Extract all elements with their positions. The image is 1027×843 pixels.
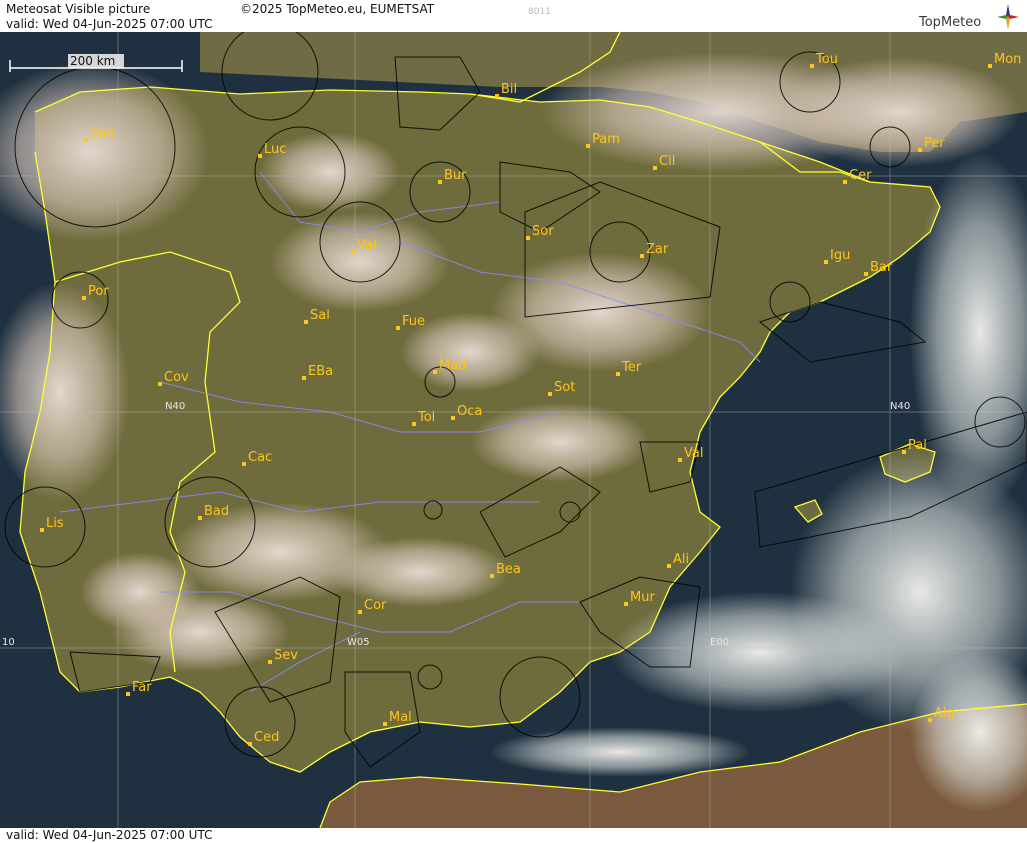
copyright-text: ©2025 TopMeteo.eu, EUMETSAT [240,2,435,16]
city-label: Sor [532,224,554,239]
grid-label-e00: E00 [710,637,729,648]
city-marker-dot [396,326,400,330]
city-label: Cil [659,154,675,169]
city-marker-dot [616,372,620,376]
city-marker-dot [433,370,437,374]
city-label: Val [684,446,703,461]
city-marker-dot [843,180,847,184]
city-marker-dot [242,462,246,466]
footer-bar: valid: Wed 04-Jun-2025 07:00 UTC [0,828,1027,843]
city-marker-dot [82,296,86,300]
city-marker-dot [302,376,306,380]
city-mad[interactable]: Mad [433,358,466,374]
city-marker-dot [824,260,828,264]
logo-text: TopMeteo [919,15,982,30]
city-marker-dot [548,392,552,396]
city-label: Bad [204,504,229,519]
city-label: San [90,126,114,141]
city-marker-dot [358,610,362,614]
city-pam[interactable]: Pam [586,132,620,148]
city-label: Fue [402,314,425,329]
city-marker-dot [988,64,992,68]
city-label: Zar [646,242,669,257]
city-marker-dot [640,254,644,258]
city-label: Sev [274,648,298,663]
city-label: Alg [934,706,955,721]
city-marker-dot [304,320,308,324]
city-label: Mon [994,52,1021,67]
city-marker-dot [495,94,499,98]
city-marker-dot [678,458,682,462]
scale-label: 200 km [70,54,115,68]
satellite-map[interactable]: 200 km N40 N40 W05 E00 10 San Luc Bil Pam Ci… [0,32,1027,828]
valid-time: valid: Wed 04-Jun-2025 07:00 UTC [6,17,213,31]
compass-star-icon [997,4,1019,30]
city-marker-dot [653,166,657,170]
city-marker-dot [490,574,494,578]
city-label: Bil [501,82,517,97]
footer-valid-time: valid: Wed 04-Jun-2025 07:00 UTC [6,828,213,842]
grid-label-n40-west: N40 [165,401,185,412]
city-marker-dot [258,154,262,158]
city-label: Cac [248,450,272,465]
city-marker-dot [810,64,814,68]
city-label: Bea [496,562,521,577]
city-marker-dot [918,148,922,152]
city-label: Tou [815,52,838,67]
grid-label-w05: W05 [347,637,370,648]
city-label: Far [132,680,152,695]
city-label: Bur [444,168,467,183]
grid-label-n40-east: N40 [890,401,910,412]
city-label: Cov [164,370,189,385]
city-marker-dot [586,144,590,148]
city-label: Igu [830,248,850,263]
city-label: Lis [46,516,64,531]
city-marker-dot [438,180,442,184]
city-label: Por [88,284,109,299]
city-label: Ced [254,730,279,745]
city-label: Sal [310,308,330,323]
city-marker-dot [126,692,130,696]
city-label: Oca [457,404,482,419]
city-marker-dot [451,416,455,420]
city-marker-dot [351,250,355,254]
image-title: Meteosat Visible picture [6,2,151,16]
city-label: Pam [592,132,620,147]
city-marker-dot [864,272,868,276]
city-marker-dot [928,718,932,722]
city-label: Sot [554,380,575,395]
city-marker-dot [158,382,162,386]
city-marker-dot [383,722,387,726]
city-label: Pal [908,438,927,453]
city-marker-dot [198,516,202,520]
city-label: Mur [630,590,655,605]
city-marker-dot [624,602,628,606]
city-marker-dot [84,138,88,142]
city-marker-dot [40,528,44,532]
city-marker-dot [412,422,416,426]
topmeteo-logo[interactable]: TopMeteo [919,4,1019,30]
city-label: Mal [389,710,412,725]
city-label: Luc [264,142,286,157]
city-label: Per [924,136,945,151]
city-label: Tol [417,410,435,425]
city-marker-dot [902,450,906,454]
city-label: Bar [870,260,893,275]
city-marker-dot [268,660,272,664]
city-marker-dot [526,236,530,240]
city-label: Cor [364,598,387,613]
header-bar: Meteosat Visible picture ©2025 TopMeteo.… [0,0,1027,32]
city-marker-dot [248,742,252,746]
grid-label-w10: 10 [2,637,15,648]
city-label: Ter [621,360,642,375]
city-label: EBa [308,364,333,379]
city-label: Mad [439,358,466,373]
city-label: Val [357,238,376,253]
city-marker-dot [667,564,671,568]
image-id: 8011 [528,7,551,17]
city-label: Ali [673,552,689,567]
city-label: Cer [849,168,872,183]
